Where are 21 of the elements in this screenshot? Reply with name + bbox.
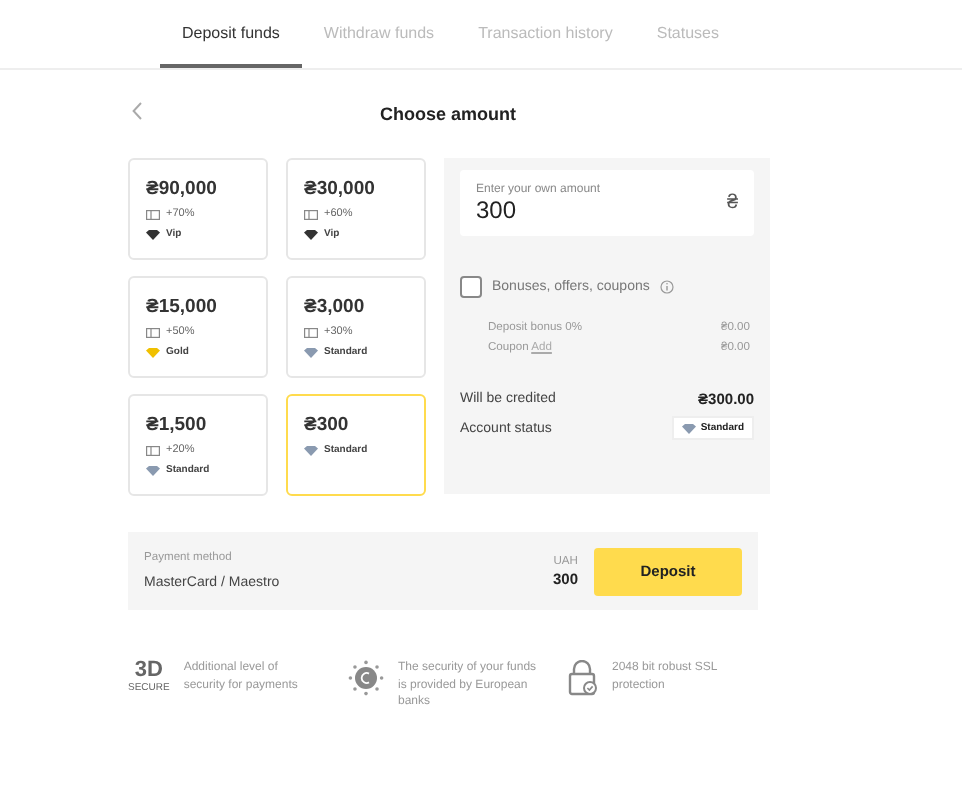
input-value: 300 xyxy=(476,195,519,223)
currency-symbol: ₴ xyxy=(726,192,738,214)
amount-value: ₴15,000 xyxy=(146,296,219,318)
diamond-icon xyxy=(146,347,160,357)
diamond-icon xyxy=(682,423,697,433)
amount-value: ₴90,000 xyxy=(146,178,219,200)
info-icon[interactable] xyxy=(659,280,674,294)
tab[interactable]: Deposit funds xyxy=(160,0,302,68)
amount-value: ₴30,000 xyxy=(304,178,377,200)
lock-icon xyxy=(568,660,598,696)
amount-value: ₴300 xyxy=(304,414,351,436)
diamond-icon xyxy=(146,229,160,239)
amount-value: ₴3,000 xyxy=(304,296,367,318)
amount-value: ₴1,500 xyxy=(146,414,209,436)
diamond-icon xyxy=(304,229,318,239)
bonus-checkbox[interactable] xyxy=(460,276,482,298)
diamond-icon xyxy=(146,465,160,475)
euro-coin-icon xyxy=(348,660,384,696)
diamond-icon xyxy=(304,445,318,455)
page-title: Choose amount xyxy=(379,104,516,124)
diamond-icon xyxy=(304,347,318,357)
